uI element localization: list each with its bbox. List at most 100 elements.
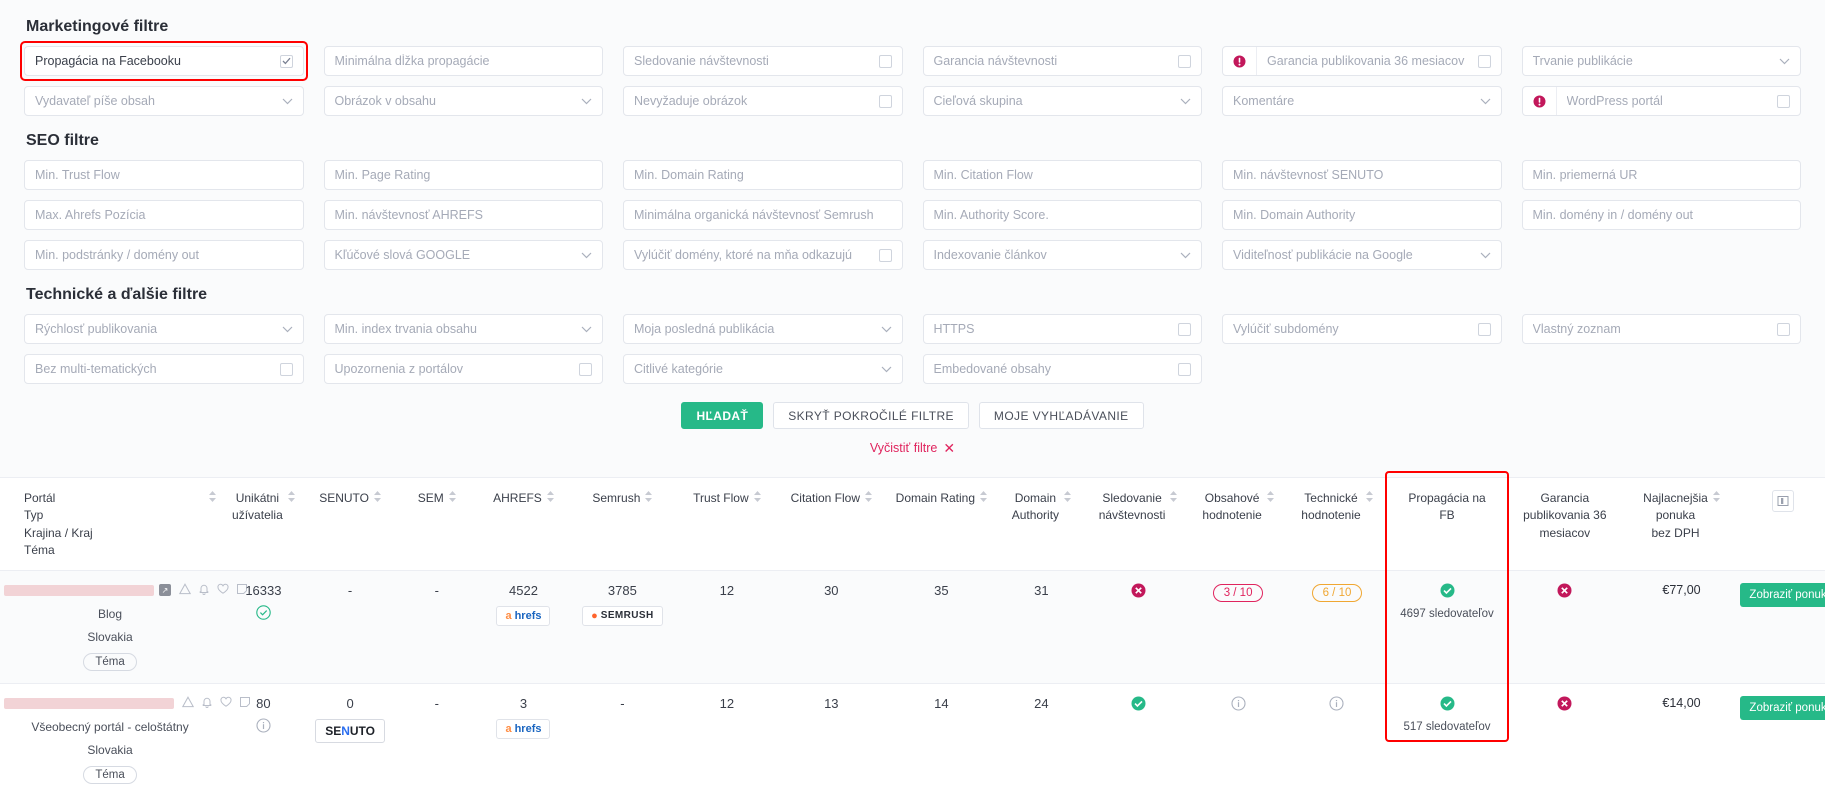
clear-filters-row[interactable]: Vyčistiť filtre ✕ bbox=[24, 441, 1801, 455]
chevron-down-icon[interactable] bbox=[581, 326, 592, 333]
embedovane-obsahy-field[interactable]: Embedované obsahy bbox=[922, 354, 1202, 384]
row-action-icons[interactable] bbox=[181, 695, 251, 711]
min-priemerna-ur-field[interactable]: Min. priemerná UR bbox=[1521, 160, 1801, 190]
klucove-slova-google-field[interactable]: Kľúčové slová GOOGLE bbox=[323, 240, 603, 270]
min-navstevnost-senuto-field[interactable]: Min. návštevnosť SENUTO bbox=[1222, 160, 1502, 190]
propagacia-na-facebooku-field[interactable]: Propagácia na Facebooku bbox=[24, 46, 304, 76]
rychlost-publikovania-field[interactable]: Rýchlosť publikovania bbox=[24, 314, 304, 344]
sort-portal-icon[interactable] bbox=[209, 490, 217, 505]
table-row[interactable]: ↗ Blog Slovakia Téma 16333- -4522 a hrefs 3785 ● S… bbox=[0, 569, 1825, 684]
table-row[interactable]: Všeobecný portál - celoštátny Slovakia Tém… bbox=[0, 682, 1825, 796]
sort-domain-rating-icon[interactable] bbox=[980, 490, 988, 505]
info-icon[interactable] bbox=[256, 718, 271, 736]
chevron-down-icon[interactable] bbox=[282, 326, 293, 333]
sort-najlacnejsia-ponuka-icon[interactable] bbox=[1712, 490, 1720, 505]
column-settings-button[interactable] bbox=[1771, 490, 1794, 512]
th-senuto[interactable]: SENUTO bbox=[306, 478, 394, 571]
min-citation-flow-field[interactable]: Min. Citation Flow bbox=[922, 160, 1202, 190]
sort-citation-flow-icon[interactable] bbox=[865, 490, 872, 505]
nevyzaduje-obrazok-checkbox[interactable] bbox=[878, 94, 892, 108]
row-action-icons[interactable] bbox=[178, 582, 248, 598]
propagacia-na-facebooku-checkbox[interactable] bbox=[279, 54, 293, 68]
vydavatel-pise-obsah-field[interactable]: Vydavateľ píše obsah bbox=[24, 86, 304, 116]
sledovanie-navstevnosti-field[interactable]: Sledovanie návštevnosti bbox=[623, 46, 903, 76]
sort-sledovanie-navstevnosti-icon[interactable] bbox=[1170, 490, 1178, 505]
th-technicke-hodnotenie[interactable]: Technické hodnotenie bbox=[1286, 478, 1387, 571]
sort-ahrefs-icon[interactable] bbox=[546, 490, 554, 505]
chevron-down-icon[interactable] bbox=[1480, 98, 1491, 105]
bell-icon[interactable] bbox=[201, 696, 213, 711]
garancia-navstevnosti-checkbox[interactable] bbox=[1178, 54, 1191, 68]
garancia-publikovania-36-mesiacov-checkbox[interactable] bbox=[1477, 54, 1491, 68]
obsahove-hodnotenie-info-icon[interactable] bbox=[1231, 696, 1246, 714]
th-citation-flow[interactable]: Citation Flow bbox=[775, 478, 887, 571]
vylucit-subdomeny-checkbox[interactable] bbox=[1477, 322, 1491, 336]
wordpress-portal-checkbox[interactable] bbox=[1777, 94, 1790, 108]
sort-unikatni-uzivatelia-icon[interactable] bbox=[287, 490, 295, 505]
komentare-field[interactable]: Komentáre bbox=[1222, 86, 1502, 116]
min-navstevnost-ahrefs-field[interactable]: Min. návštevnosť AHREFS bbox=[323, 200, 603, 230]
chevron-down-icon[interactable] bbox=[1180, 252, 1191, 259]
portal-name-redacted[interactable] bbox=[4, 584, 154, 596]
warning-triangle-icon[interactable] bbox=[178, 582, 192, 598]
wordpress-portal-field[interactable]: WordPress portál bbox=[1521, 86, 1801, 116]
th-najlacnejsia-ponuka[interactable]: Najlacnejšia ponuka bez DPH bbox=[1622, 478, 1741, 571]
sort-trust-flow-icon[interactable] bbox=[753, 490, 761, 505]
clear-filters-link[interactable]: Vyčistiť filtre bbox=[870, 441, 937, 455]
th-obsahove-hodnotenie[interactable]: Obsahové hodnotenie bbox=[1189, 478, 1287, 571]
viditelnost-publikacie-na-google-field[interactable]: Viditeľnosť publikácie na Google bbox=[1222, 240, 1502, 270]
chevron-down-icon[interactable] bbox=[881, 326, 892, 333]
vlastny-zoznam-field[interactable]: Vlastný zoznam bbox=[1521, 314, 1801, 344]
min-domeny-in-domeny-out-field[interactable]: Min. domény in / domény out bbox=[1521, 200, 1801, 230]
max-ahrefs-pozicia-field[interactable]: Max. Ahrefs Pozícia bbox=[24, 200, 304, 230]
sort-obsahove-hodnotenie-icon[interactable] bbox=[1266, 490, 1274, 505]
upozornenia-z-portalov-field[interactable]: Upozornenia z portálov bbox=[323, 354, 603, 384]
citlive-kategorie-field[interactable]: Citlivé kategórie bbox=[623, 354, 903, 384]
embedovane-obsahy-checkbox[interactable] bbox=[1178, 362, 1191, 376]
external-link-icon[interactable]: ↗ bbox=[159, 584, 171, 597]
th-domain-authority[interactable]: Domain Authority bbox=[995, 478, 1087, 571]
portal-topic-tag[interactable]: Téma bbox=[83, 765, 137, 784]
heart-icon[interactable] bbox=[220, 696, 232, 711]
bell-icon[interactable] bbox=[198, 583, 210, 598]
min-domain-rating-field[interactable]: Min. Domain Rating bbox=[623, 160, 903, 190]
min-trust-flow-field[interactable]: Min. Trust Flow bbox=[24, 160, 304, 190]
sort-technicke-hodnotenie-icon[interactable] bbox=[1365, 490, 1373, 505]
vylucit-domeny-ktore-na-mna-odkazuju-field[interactable]: Vylúčiť domény, ktoré na mňa odkazujú bbox=[623, 240, 903, 270]
min-podstranky-domeny-out-field[interactable]: Min. podstránky / domény out bbox=[24, 240, 304, 270]
chevron-down-icon[interactable] bbox=[881, 366, 892, 373]
th-portal[interactable]: Portál Typ Krajina / Kraj Téma bbox=[0, 478, 221, 571]
trvanie-publikacie-field[interactable]: Trvanie publikácie bbox=[1521, 46, 1801, 76]
th-domain-rating[interactable]: Domain Rating bbox=[886, 478, 996, 571]
heart-icon[interactable] bbox=[217, 583, 229, 598]
sledovanie-navstevnosti-checkbox[interactable] bbox=[878, 54, 892, 68]
moja-posledna-publikacia-field[interactable]: Moja posledná publikácia bbox=[623, 314, 903, 344]
cielova-skupina-field[interactable]: Cieľová skupina bbox=[922, 86, 1202, 116]
sort-domain-authority-icon[interactable] bbox=[1064, 490, 1072, 505]
hide-advanced-filters-button[interactable]: SKRYŤ POKROČILÉ FILTRE bbox=[773, 402, 969, 429]
show-offers-button[interactable]: Zobraziť ponuky bbox=[1740, 695, 1825, 720]
th-sem[interactable]: SEM bbox=[393, 478, 481, 571]
portal-topic-tag[interactable]: Téma bbox=[83, 652, 137, 671]
th-semrush[interactable]: Semrush bbox=[566, 478, 678, 571]
chevron-down-icon[interactable] bbox=[1480, 252, 1491, 259]
th-sledovanie-navstevnosti[interactable]: Sledovanie návštevnosti bbox=[1086, 478, 1190, 571]
sort-sem-icon[interactable] bbox=[448, 490, 456, 505]
minimalna-organicka-navstevnost-semrush-field[interactable]: Minimálna organická návštevnosť Semrush bbox=[623, 200, 903, 230]
th-ahrefs[interactable]: AHREFS bbox=[480, 478, 567, 571]
minimalna-dlzka-propagacie-field[interactable]: Minimálna dĺžka propagácie bbox=[323, 46, 603, 76]
obrazok-v-obsahu-field[interactable]: Obrázok v obsahu bbox=[323, 86, 603, 116]
vylucit-subdomeny-field[interactable]: Vylúčiť subdomény bbox=[1222, 314, 1502, 344]
min-page-rating-field[interactable]: Min. Page Rating bbox=[323, 160, 603, 190]
min-index-trvania-obsahu-field[interactable]: Min. index trvania obsahu bbox=[323, 314, 603, 344]
warning-triangle-icon[interactable] bbox=[181, 695, 195, 711]
chevron-down-icon[interactable] bbox=[1779, 58, 1790, 65]
chevron-down-icon[interactable] bbox=[581, 252, 592, 259]
garancia-navstevnosti-field[interactable]: Garancia návštevnosti bbox=[922, 46, 1202, 76]
my-search-button[interactable]: MOJE VYHĽADÁVANIE bbox=[978, 402, 1144, 429]
th-unikatni-uzivatelia[interactable]: Unikátni užívatelia bbox=[220, 478, 307, 571]
vlastny-zoznam-checkbox[interactable] bbox=[1777, 322, 1790, 336]
note-icon[interactable] bbox=[239, 696, 251, 711]
vylucit-domeny-ktore-na-mna-odkazuju-checkbox[interactable] bbox=[878, 248, 892, 262]
search-button[interactable]: HĽADAŤ bbox=[681, 402, 764, 429]
